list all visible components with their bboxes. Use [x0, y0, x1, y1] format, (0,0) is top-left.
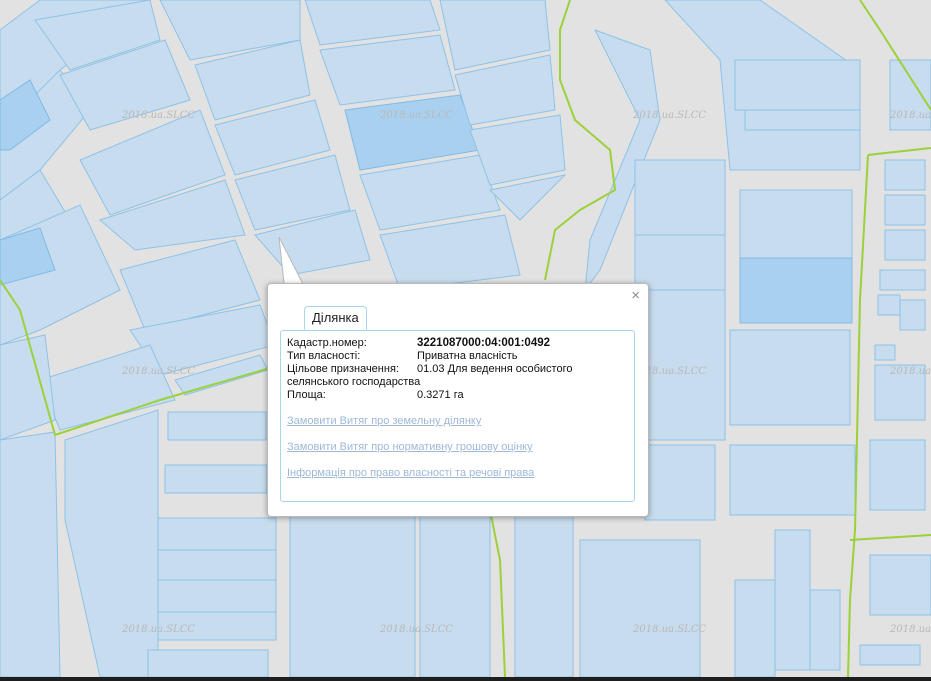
svg-text:2018.ua.SLCC: 2018.ua.SLCC — [121, 366, 195, 377]
cadastral-number-value: 3221087000:04:001:0492 — [417, 337, 551, 349]
svg-text:2018.ua.SLCC: 2018.ua.SLCC — [121, 624, 195, 635]
area-label: Площа: — [287, 389, 326, 401]
order-land-extract-link[interactable]: Замовити Витяг про земельну ділянку — [287, 415, 481, 427]
svg-text:2018.ua.SLCC: 2018.ua.SLCC — [889, 624, 931, 635]
ownership-type-label: Тип власності: — [287, 350, 361, 362]
area-value: 0.3271 га — [417, 389, 464, 401]
tab-parcel[interactable]: Ділянка — [304, 306, 367, 330]
ownership-type-value: Приватна власність — [417, 350, 518, 362]
svg-text:2018.ua.SLCC: 2018.ua.SLCC — [632, 110, 706, 121]
close-icon[interactable]: × — [631, 288, 640, 304]
svg-text:2018.ua.SLCC: 2018.ua.SLCC — [889, 366, 931, 377]
purpose-value: 01.03 Для ведення особистого — [417, 363, 573, 375]
bottom-bar — [0, 677, 931, 681]
svg-text:2018.ua.SLCC: 2018.ua.SLCC — [379, 624, 453, 635]
parcel-info-popup: × Ділянка Кадастр.номер: 3221087000:04:0… — [267, 283, 649, 517]
parcel-details-panel: Кадастр.номер: 3221087000:04:001:0492 Ти… — [280, 330, 635, 502]
svg-text:2018.ua.SLCC: 2018.ua.SLCC — [379, 110, 453, 121]
svg-text:2018.ua.SLCC: 2018.ua.SLCC — [121, 110, 195, 121]
svg-text:2018.ua.SLCC: 2018.ua.SLCC — [889, 110, 931, 121]
purpose-value-continued: селянського господарства — [287, 376, 421, 388]
ownership-rights-info-link[interactable]: Інформація про право власності та речові… — [287, 467, 534, 479]
svg-text:2018.ua.SLCC: 2018.ua.SLCC — [632, 624, 706, 635]
purpose-label: Цільове призначення: — [287, 363, 399, 375]
cadastral-number-label: Кадастр.номер: — [287, 337, 367, 349]
order-valuation-extract-link[interactable]: Замовити Витяг про нормативну грошову оц… — [287, 441, 533, 453]
